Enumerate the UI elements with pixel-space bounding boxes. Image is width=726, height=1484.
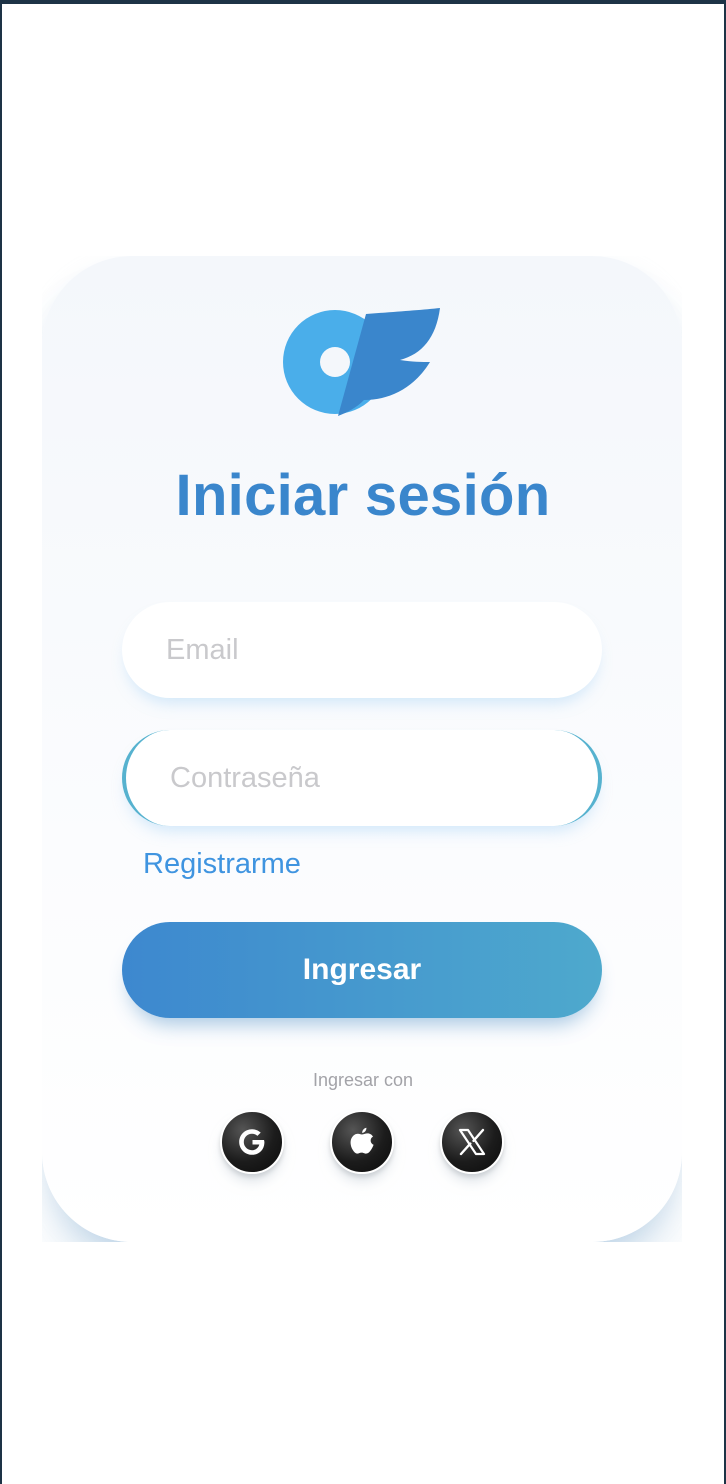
apple-icon bbox=[350, 1127, 374, 1154]
google-icon bbox=[239, 1129, 265, 1155]
x-icon bbox=[458, 1128, 486, 1156]
x-login-button[interactable] bbox=[440, 1110, 504, 1174]
password-field[interactable] bbox=[122, 730, 602, 826]
apple-login-button[interactable] bbox=[330, 1110, 394, 1174]
brand-logo bbox=[283, 308, 440, 416]
social-login-label: Ingresar con bbox=[312, 1070, 414, 1090]
login-button[interactable]: Ingresar bbox=[122, 922, 602, 1018]
google-login-button[interactable] bbox=[220, 1110, 284, 1174]
register-link[interactable]: Registrarme bbox=[143, 848, 301, 881]
email-field[interactable] bbox=[122, 602, 602, 698]
page-title: Iniciar sesión bbox=[175, 463, 551, 528]
